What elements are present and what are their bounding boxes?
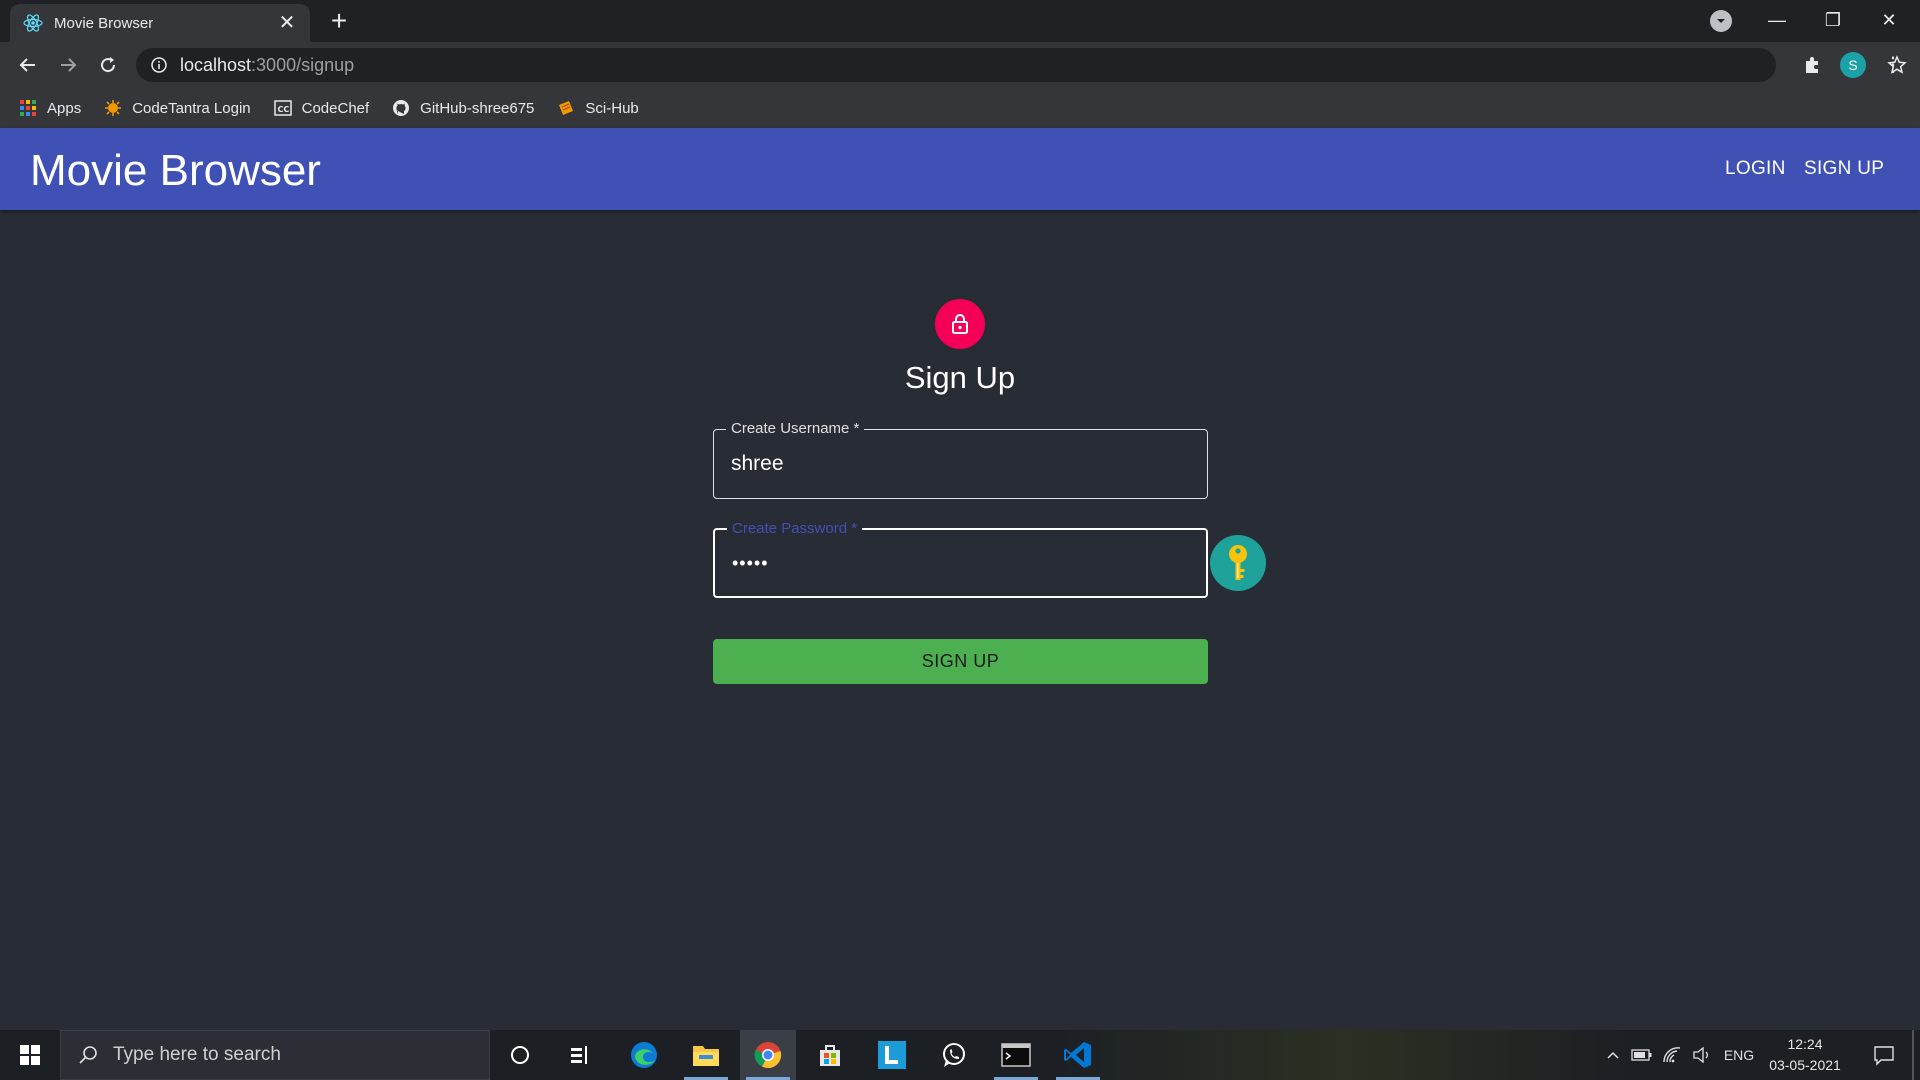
svg-text:CC: CC [277,105,289,114]
file-explorer-icon[interactable] [678,1030,734,1080]
bookmark-codechef[interactable]: CC CodeChef [273,98,370,118]
app-title[interactable]: Movie Browser [30,146,321,196]
browser-toolbar: localhost:3000/signup S ⋮ [0,42,1920,88]
clock-date: 03-05-2021 [1769,1057,1841,1073]
browser-tab[interactable]: Movie Browser ✕ [10,4,310,42]
language-indicator[interactable]: ENG [1720,1030,1758,1080]
key-icon [1229,545,1247,580]
terminal-icon[interactable] [988,1030,1044,1080]
show-desktop-button[interactable] [1912,1030,1914,1080]
key-icon-button[interactable] [1210,535,1266,591]
taskbar-search-box[interactable]: Type here to search [60,1030,490,1080]
password-input[interactable]: ••••• [732,553,769,574]
tab-search-icon[interactable] [1710,10,1732,32]
system-clock[interactable]: 12:24 03-05-2021 [1760,1034,1850,1076]
notifications-icon[interactable] [1864,1030,1904,1080]
window-close-icon[interactable]: ✕ [1866,4,1912,36]
back-icon[interactable] [12,49,44,81]
minimize-icon[interactable]: — [1754,4,1800,36]
browser-tab-strip: Movie Browser ✕ + — ❐ ✕ [0,0,1920,42]
new-tab-button[interactable]: + [324,6,354,36]
bookmark-github[interactable]: GitHub-shree675 [391,98,534,118]
url-host: localhost [180,54,252,75]
volume-icon[interactable] [1688,1030,1716,1080]
tab-close-icon[interactable]: ✕ [276,12,298,34]
app-header: Movie Browser LOGIN SIGN UP [0,128,1920,210]
windows-start-icon[interactable] [0,1030,60,1080]
username-field[interactable]: Create Username * shree [713,420,1208,499]
extensions-icon[interactable] [1798,51,1826,79]
cortana-icon[interactable] [492,1030,548,1080]
apps-grid-icon [18,98,38,118]
reload-icon[interactable] [92,49,124,81]
forward-icon[interactable] [52,49,84,81]
clock-time: 12:24 [1787,1036,1823,1052]
profile-avatar[interactable]: S [1840,52,1866,78]
edge-icon[interactable] [616,1030,672,1080]
password-label: Create Password * [727,520,863,537]
tray-chevron-up-icon[interactable] [1600,1030,1626,1080]
page-title: Sign Up [904,360,1016,395]
signup-nav-link[interactable]: SIGN UP [1804,158,1884,180]
restore-icon[interactable]: ❐ [1810,4,1856,36]
lock-icon [935,299,985,349]
vscode-icon[interactable] [1050,1030,1106,1080]
task-view-icon[interactable] [552,1030,608,1080]
bookmarks-bar: Apps CodeTantra Login CC CodeChef GitHub… [0,88,1920,128]
whatsapp-icon[interactable] [926,1030,982,1080]
bookmark-codetantra[interactable]: CodeTantra Login [103,98,251,118]
bookmark-label: GitHub-shree675 [420,99,535,117]
login-nav-link[interactable]: LOGIN [1725,158,1786,180]
bookmark-label: Apps [47,99,82,117]
url-path: :3000/signup [251,54,355,75]
address-bar[interactable]: localhost:3000/signup [136,48,1907,82]
username-label: Create Username * [726,420,865,437]
react-favicon-icon [22,12,44,34]
site-info-icon[interactable] [150,56,168,74]
bookmark-label: Sci-Hub [585,99,639,117]
battery-icon[interactable] [1628,1030,1656,1080]
chrome-icon[interactable] [740,1030,796,1080]
github-icon [391,98,411,118]
search-placeholder: Type here to search [113,1044,281,1065]
signup-submit-button[interactable]: SIGN UP [713,639,1208,684]
windows-taskbar: Type here to search ENG 12:24 03-05-2021 [0,1030,1920,1080]
l-app-icon[interactable] [864,1030,920,1080]
bookmark-label: CodeTantra Login [132,99,251,117]
tab-title: Movie Browser [54,14,154,32]
search-icon [77,1044,99,1066]
store-icon[interactable] [802,1030,858,1080]
codechef-icon: CC [273,98,293,118]
password-field[interactable]: Create Password * ••••• [713,520,1208,598]
wifi-icon[interactable] [1658,1030,1686,1080]
browser-menu-icon[interactable]: ⋮ [1880,52,1906,78]
bookmark-scihub[interactable]: Sci-Hub [556,98,639,118]
codetantra-icon [103,98,123,118]
bookmark-apps[interactable]: Apps [18,98,81,118]
scihub-icon [556,98,576,118]
username-input[interactable]: shree [731,452,784,476]
bookmark-label: CodeChef [301,99,370,117]
